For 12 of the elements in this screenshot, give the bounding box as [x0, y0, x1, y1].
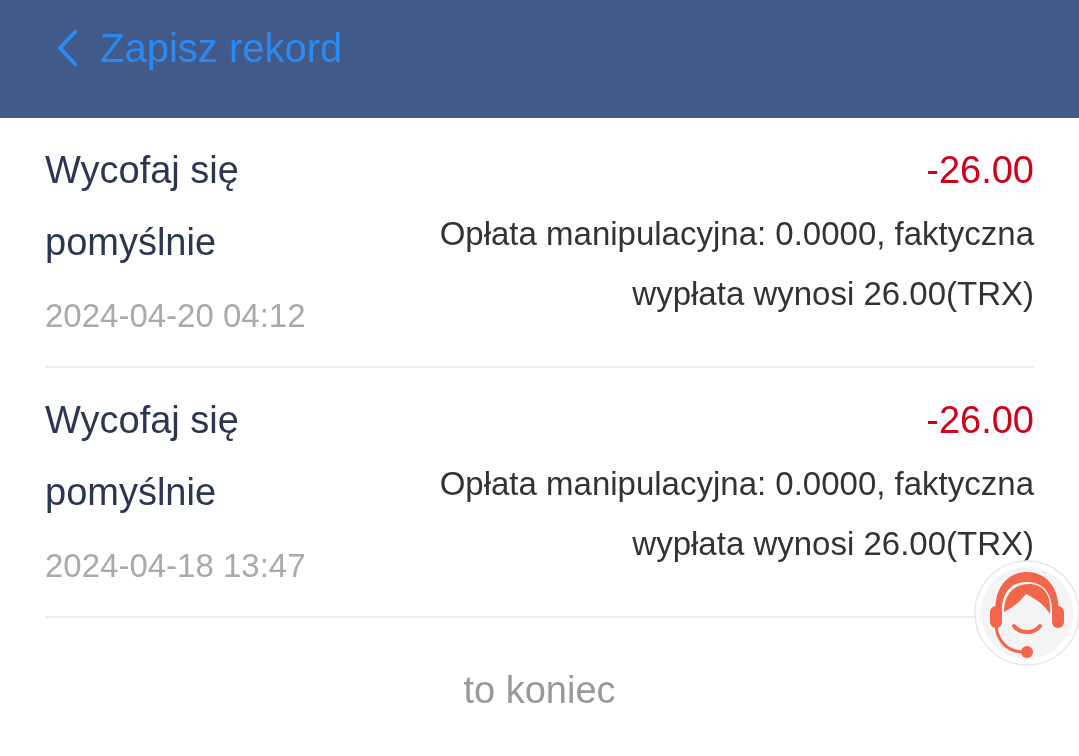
record-amount: -26.00	[926, 148, 1034, 193]
record-amount: -26.00	[926, 398, 1034, 443]
chevron-left-icon	[56, 30, 78, 66]
end-of-list-text: to koniec	[463, 668, 616, 713]
record-title: Wycofaj się pomyślnie	[45, 398, 240, 515]
customer-service-headset-icon[interactable]	[974, 560, 1079, 666]
record-time: 2024-04-18 13:47	[45, 546, 306, 586]
record-description: Opłata manipulacyjna: 0.0000, faktyczna wypłata wynosi 26.00(TRX)	[438, 464, 1034, 564]
record-description: Opłata manipulacyjna: 0.0000, faktyczna wypłata wynosi 26.00(TRX)	[438, 214, 1034, 314]
back-button[interactable]: Zapisz rekord	[56, 24, 343, 72]
record-title: Wycofaj się pomyślnie	[45, 148, 240, 265]
record-time: 2024-04-20 04:12	[45, 296, 306, 336]
